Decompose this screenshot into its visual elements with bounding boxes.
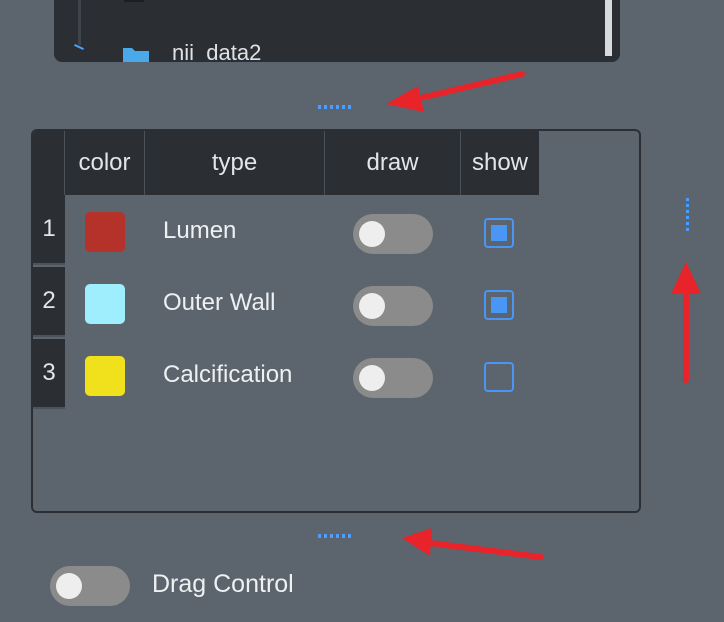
color-swatch[interactable] bbox=[85, 212, 125, 252]
show-checkbox[interactable] bbox=[484, 290, 514, 320]
checkbox-fill bbox=[491, 297, 507, 313]
tree-scrollbar[interactable] bbox=[605, 0, 612, 56]
toggle-knob bbox=[359, 221, 385, 247]
top-splitter-handle[interactable] bbox=[318, 105, 354, 109]
draw-toggle[interactable] bbox=[353, 286, 433, 326]
header-color[interactable]: color bbox=[65, 131, 145, 195]
annotation-arrow-icon bbox=[671, 262, 701, 383]
color-swatch[interactable] bbox=[85, 284, 125, 324]
toggle-knob bbox=[359, 293, 385, 319]
tree-node-label[interactable]: nii_data2 bbox=[172, 40, 261, 62]
right-splitter-handle[interactable] bbox=[686, 198, 689, 234]
show-checkbox[interactable] bbox=[484, 362, 514, 392]
tree-node-stub bbox=[124, 0, 144, 2]
header-corner bbox=[33, 131, 65, 195]
header-draw[interactable]: draw bbox=[325, 131, 461, 195]
type-label: Outer Wall bbox=[163, 289, 276, 316]
folder-icon bbox=[123, 48, 149, 62]
bottom-splitter-handle[interactable] bbox=[318, 534, 354, 538]
type-label: Lumen bbox=[163, 217, 237, 244]
row-number: 2 bbox=[33, 267, 65, 337]
row-number: 3 bbox=[33, 339, 65, 409]
drag-control-label: Drag Control bbox=[152, 570, 294, 598]
file-tree-panel: nii_data2 bbox=[54, 0, 620, 62]
toggle-knob bbox=[359, 365, 385, 391]
color-swatch[interactable] bbox=[85, 356, 125, 396]
show-checkbox[interactable] bbox=[484, 218, 514, 248]
segmentation-table: color type draw show 1 Lumen 2 Outer Wal… bbox=[31, 129, 641, 513]
drag-control-toggle[interactable] bbox=[50, 566, 130, 606]
toggle-knob bbox=[56, 573, 82, 599]
draw-toggle[interactable] bbox=[353, 358, 433, 398]
header-type[interactable]: type bbox=[145, 131, 325, 195]
draw-toggle[interactable] bbox=[353, 214, 433, 254]
tree-guide-line bbox=[78, 0, 81, 45]
type-label: Calcification bbox=[163, 361, 293, 388]
header-show[interactable]: show bbox=[461, 131, 539, 195]
annotation-arrow-icon bbox=[386, 71, 525, 112]
row-number: 1 bbox=[33, 195, 65, 265]
checkbox-fill bbox=[491, 225, 507, 241]
annotation-arrow-icon bbox=[402, 528, 544, 560]
